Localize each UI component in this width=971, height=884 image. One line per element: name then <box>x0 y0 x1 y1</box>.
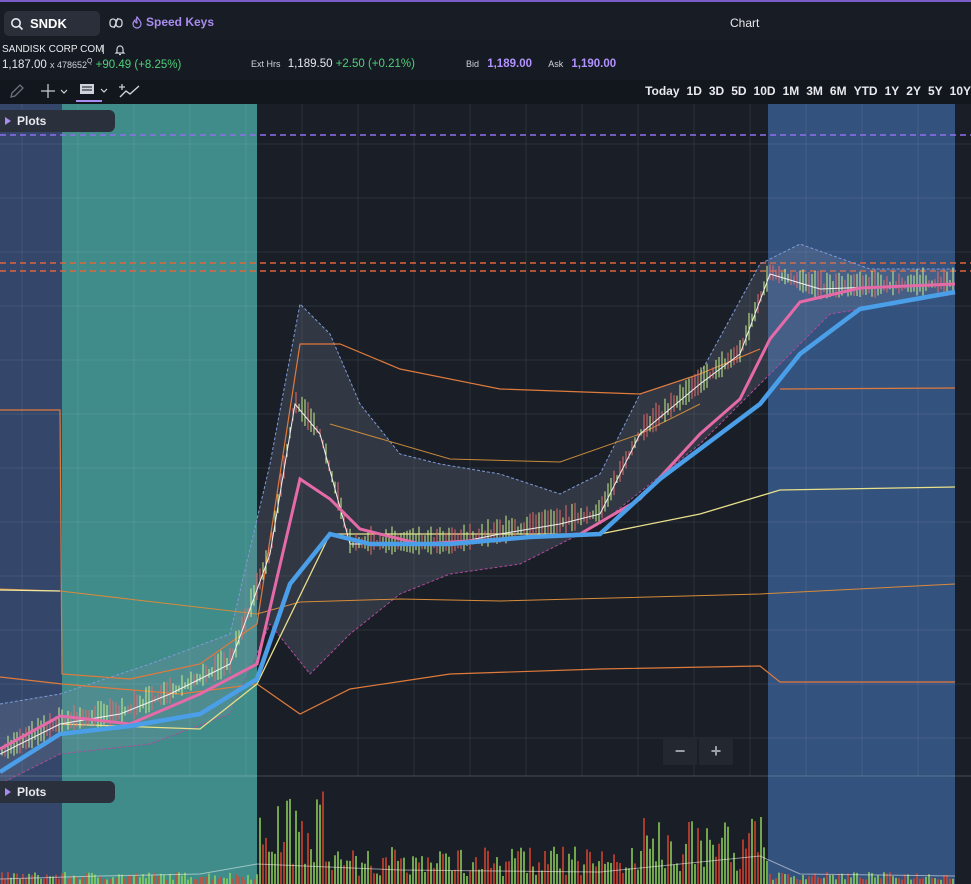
timeframe-5y[interactable]: 5Y <box>928 84 943 98</box>
symbol-search[interactable] <box>4 11 100 36</box>
expand-triangle-icon <box>5 788 11 796</box>
timeframe-1m[interactable]: 1M <box>783 84 800 98</box>
timeframe-6m[interactable]: 6M <box>830 84 847 98</box>
upper-plots-button[interactable]: Plots <box>0 110 115 132</box>
timeframe-10y[interactable]: 10Y <box>950 84 971 98</box>
link-broken-icon[interactable] <box>108 15 124 31</box>
flame-icon <box>132 15 142 29</box>
top-bar: Speed Keys Chart <box>0 0 971 40</box>
net-change: +90.49 (+8.25%) <box>95 58 182 71</box>
quote-strip: SANDISK CORP COM | 1,187.00 x 478652Q +9… <box>0 40 971 80</box>
right-edge <box>955 104 971 884</box>
zoom-controls: − + <box>663 737 735 765</box>
timeframe-ytd[interactable]: YTD <box>854 84 878 98</box>
speed-keys-button[interactable]: Speed Keys <box>131 15 214 29</box>
timeframe-1y[interactable]: 1Y <box>885 84 900 98</box>
timeframe-today[interactable]: Today <box>645 84 679 98</box>
symbol-input[interactable] <box>30 16 90 31</box>
sparkline-add-icon[interactable] <box>118 82 142 100</box>
name-separator: | <box>102 44 105 55</box>
speed-keys-label: Speed Keys <box>146 15 215 29</box>
window-title: Chart <box>730 16 760 30</box>
zoom-in-button[interactable]: + <box>699 737 733 765</box>
alert-bell-icon[interactable] <box>114 43 126 56</box>
studies-icon[interactable] <box>76 82 110 102</box>
price-chart[interactable] <box>0 104 971 884</box>
bid-label: Bid <box>466 59 480 69</box>
ext-hours-label: Ext Hrs <box>251 59 281 69</box>
timeframe-10d[interactable]: 10D <box>754 84 776 98</box>
timeframe-3d[interactable]: 3D <box>709 84 724 98</box>
zoom-out-button[interactable]: − <box>663 737 697 765</box>
timeframe-1d[interactable]: 1D <box>687 84 702 98</box>
last-price: 1,187.00 <box>2 58 47 71</box>
lower-plots-label: Plots <box>17 785 47 799</box>
upper-plots-label: Plots <box>17 114 47 128</box>
timeframe-5d[interactable]: 5D <box>731 84 746 98</box>
volume-flag: Q <box>87 58 93 65</box>
chart-area[interactable]: Plots Plots − + <box>0 104 971 884</box>
timeframe-3m[interactable]: 3M <box>806 84 823 98</box>
crosshair-icon[interactable] <box>40 82 68 100</box>
search-icon <box>11 17 24 30</box>
chart-toolbar: Today 1D 3D 5D 10D 1M 3M 6M YTD 1Y 2Y 5Y 10Y <box>0 80 971 104</box>
bid-price: 1,189.00 <box>487 58 532 70</box>
lower-plots-button[interactable]: Plots <box>0 781 115 803</box>
pencil-icon[interactable] <box>8 82 26 100</box>
ext-hours-price: 1,189.50 <box>287 58 333 70</box>
ext-hours-change: +2.50 (+0.21%) <box>335 58 415 70</box>
last-volume: x 478652 <box>49 59 88 70</box>
security-name: SANDISK CORP COM <box>2 44 104 55</box>
expand-triangle-icon <box>5 117 11 125</box>
session-shade-teal <box>62 104 257 884</box>
timeframe-2y[interactable]: 2Y <box>906 84 921 98</box>
timeframe-selector: Today 1D 3D 5D 10D 1M 3M 6M YTD 1Y 2Y 5Y 10Y <box>645 84 971 98</box>
ask-label: Ask <box>548 59 564 69</box>
ask-price: 1,190.00 <box>571 58 617 70</box>
